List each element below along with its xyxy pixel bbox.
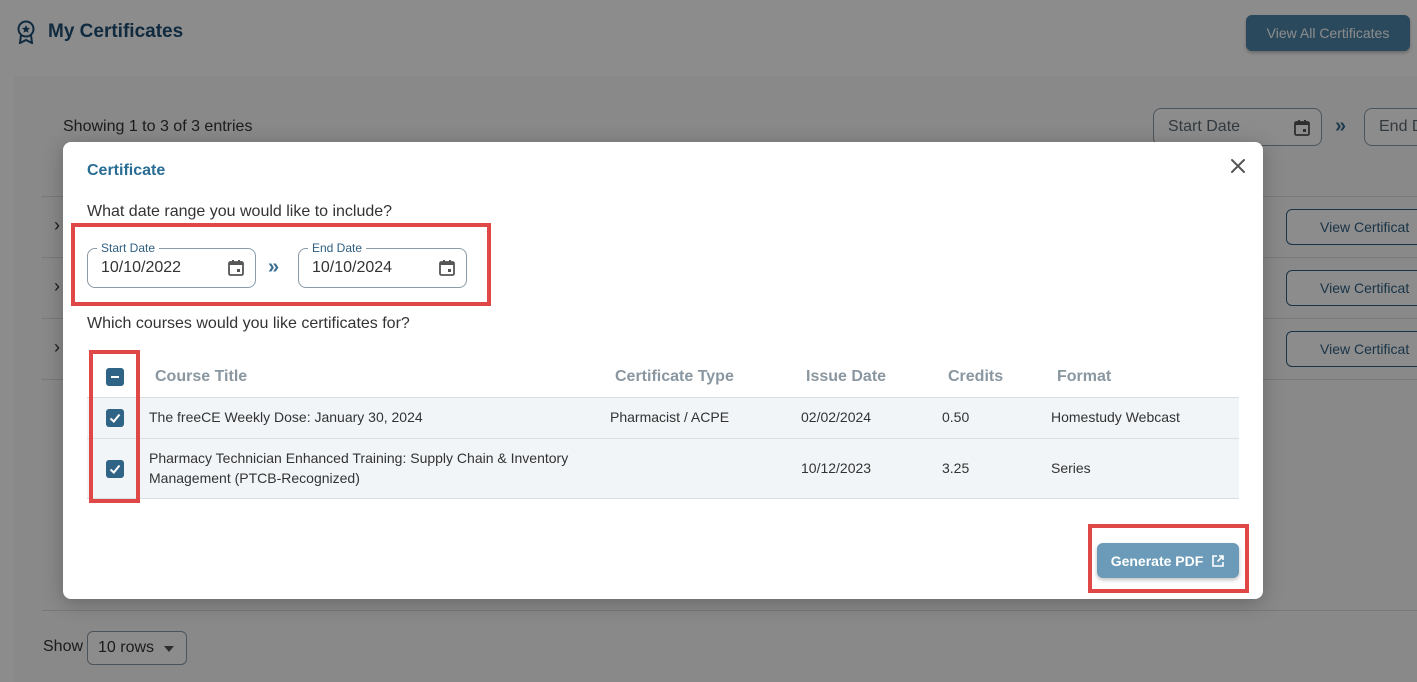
highlight-generate-pdf (1088, 524, 1249, 593)
issue-date: 02/02/2024 (801, 409, 872, 425)
column-certificate-type[interactable]: Certificate Type (615, 368, 734, 386)
format: Series (1051, 460, 1091, 476)
column-format[interactable]: Format (1057, 368, 1111, 386)
course-title: The freeCE Weekly Dose: January 30, 2024 (149, 409, 423, 425)
highlight-checkboxes (89, 350, 140, 503)
certificate-type: Pharmacist / ACPE (610, 409, 730, 425)
highlight-date-range (71, 223, 491, 306)
date-range-question: What date range you would like to includ… (87, 203, 393, 220)
table-header: Course Title Certificate Type Issue Date… (87, 357, 1239, 397)
page: My Certificates View All Certificates Sh… (0, 0, 1417, 682)
credits: 0.50 (942, 409, 970, 425)
close-icon (1231, 159, 1245, 173)
certificate-modal: Certificate What date range you would li… (63, 142, 1263, 599)
column-issue-date[interactable]: Issue Date (806, 368, 886, 386)
course-title-line: Pharmacy Technician Enhanced Training: S… (149, 450, 569, 466)
issue-date: 10/12/2023 (801, 460, 872, 476)
courses-question: Which courses would you like certificate… (87, 315, 410, 332)
column-credits[interactable]: Credits (948, 368, 1003, 386)
table-row: Pharmacy Technician Enhanced Training: S… (87, 438, 1239, 499)
column-course-title[interactable]: Course Title (155, 368, 247, 386)
credits: 3.25 (942, 460, 970, 476)
close-button[interactable] (1226, 154, 1250, 178)
modal-title: Certificate (87, 162, 166, 179)
course-title-line: Management (PTCB-Recognized) (149, 470, 360, 486)
table-row: The freeCE Weekly Dose: January 30, 2024… (87, 397, 1239, 438)
format: Homestudy Webcast (1051, 409, 1180, 425)
course-title: Pharmacy Technician Enhanced Training: S… (149, 448, 568, 488)
courses-table: Course Title Certificate Type Issue Date… (87, 357, 1239, 499)
